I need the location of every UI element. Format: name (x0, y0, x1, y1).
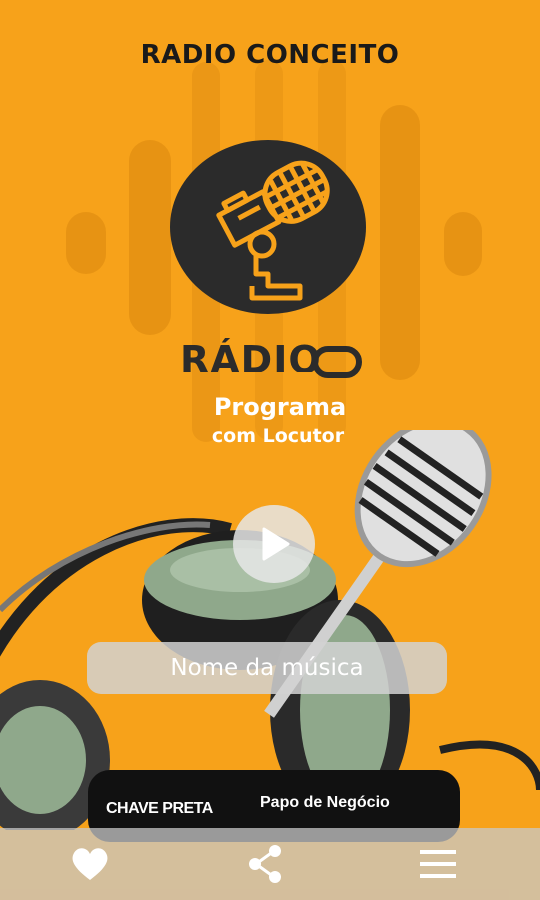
microphone-logo-icon (216, 160, 330, 301)
logo-o-shape (312, 346, 362, 378)
station-logo: RÁDIO (170, 140, 370, 378)
share-button[interactable] (244, 842, 288, 886)
song-name-display: Nome da música (87, 642, 447, 694)
share-icon (249, 845, 281, 883)
menu-button[interactable] (416, 842, 460, 886)
play-icon (262, 527, 290, 561)
bottom-nav (0, 828, 540, 900)
heart-icon (72, 848, 108, 880)
sponsor-chave-preta: CHAVE PRETA (106, 800, 213, 817)
program-name: Programa (213, 393, 347, 421)
favorite-button[interactable] (68, 842, 112, 886)
logo-text: RÁDIO (180, 338, 322, 372)
logo-circle (170, 140, 366, 314)
menu-icon (420, 850, 456, 878)
play-button[interactable] (233, 505, 315, 583)
sponsor-papo-de-negocio: Papo de Negócio (260, 794, 390, 811)
app-title: RADIO CONCEITO (140, 40, 400, 70)
